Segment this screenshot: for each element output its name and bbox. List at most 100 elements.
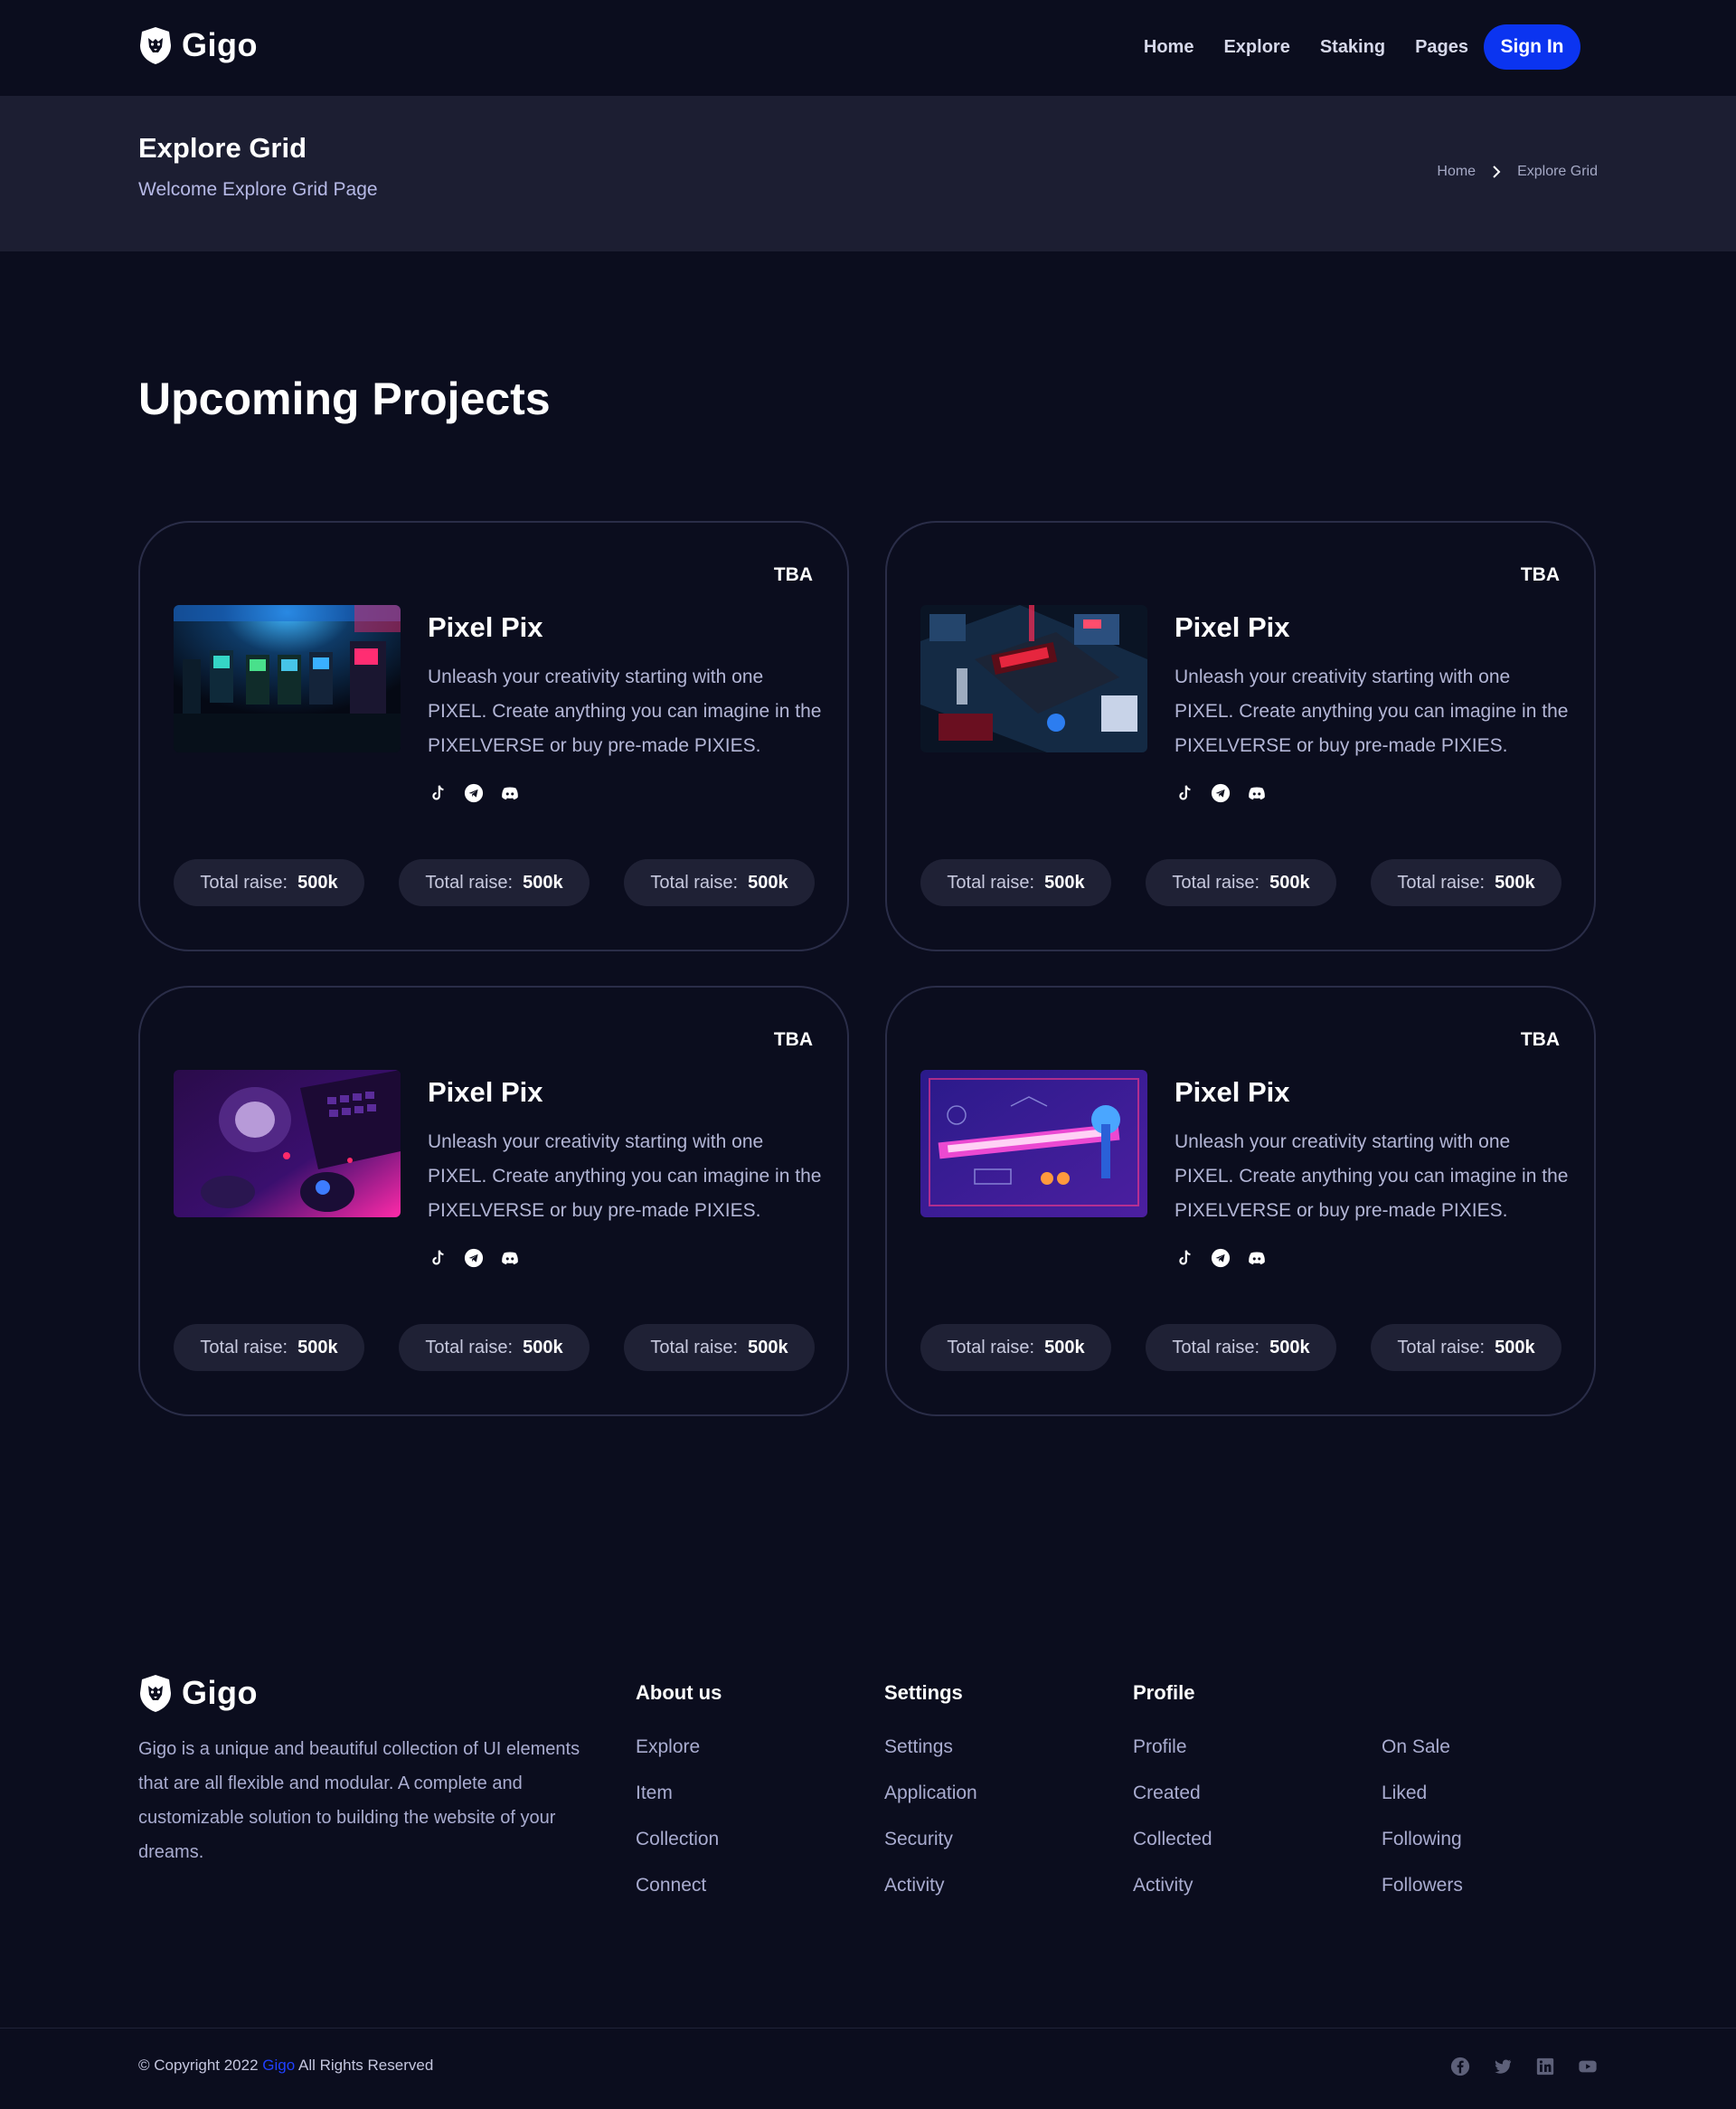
project-title[interactable]: Pixel Pix	[428, 1076, 543, 1109]
raise-label: Total raise:	[200, 1337, 288, 1357]
raise-pill: Total raise: 500k	[174, 859, 364, 906]
footer-link-security[interactable]: Security	[884, 1829, 977, 1875]
raise-stats: Total raise: 500k Total raise: 500k Total …	[174, 1324, 815, 1371]
facebook-icon[interactable]	[1450, 2057, 1470, 2076]
telegram-icon[interactable]	[464, 1248, 484, 1268]
tiktok-icon[interactable]	[428, 1248, 448, 1268]
neon-controller-image	[920, 1070, 1147, 1217]
footer-column-settings: Settings Settings Application Security A…	[884, 1681, 977, 1921]
footer-link-connect[interactable]: Connect	[636, 1875, 722, 1921]
raise-value: 500k	[748, 1337, 788, 1357]
project-description: Unleash your creativity starting with on…	[1175, 667, 1569, 756]
footer-about-text: Gigo is a unique and beautiful collectio…	[138, 1739, 580, 1862]
nav-pages[interactable]: Pages	[1415, 37, 1468, 58]
footer-link-liked[interactable]: Liked	[1382, 1783, 1463, 1829]
footer-link-following[interactable]: Following	[1382, 1829, 1463, 1875]
project-socials	[428, 1248, 520, 1268]
footer-link-collected[interactable]: Collected	[1133, 1829, 1212, 1875]
footer-link-application[interactable]: Application	[884, 1783, 977, 1829]
raise-label: Total raise:	[1172, 1337, 1260, 1357]
header-logo[interactable]: Gigo	[138, 25, 258, 65]
section-title: Upcoming Projects	[138, 374, 551, 424]
nav-staking[interactable]: Staking	[1320, 37, 1385, 58]
telegram-icon[interactable]	[1211, 783, 1231, 803]
telegram-icon[interactable]	[464, 783, 484, 803]
raise-pill: Total raise: 500k	[1146, 859, 1336, 906]
copyright-prefix: © Copyright 2022	[138, 2057, 259, 2074]
copyright-suffix: All Rights Reserved	[298, 2057, 434, 2074]
discord-icon[interactable]	[500, 1248, 520, 1268]
project-description: Unleash your creativity starting with on…	[428, 667, 822, 756]
raise-value: 500k	[297, 872, 338, 893]
discord-icon[interactable]	[1247, 1248, 1267, 1268]
raise-label: Total raise:	[1172, 872, 1260, 893]
footer-link-collection[interactable]: Collection	[636, 1829, 722, 1875]
footer-link-activity[interactable]: Activity	[884, 1875, 977, 1921]
footer-brand-name: Gigo	[182, 1674, 258, 1711]
status-badge: TBA	[1520, 1029, 1560, 1050]
youtube-icon[interactable]	[1578, 2057, 1598, 2076]
telegram-icon[interactable]	[1211, 1248, 1231, 1268]
raise-label: Total raise:	[947, 872, 1035, 893]
page-banner: Explore Grid Welcome Explore Grid Page H…	[0, 96, 1736, 251]
brand-name: Gigo	[182, 26, 258, 63]
footer-link-on-sale[interactable]: On Sale	[1382, 1736, 1463, 1783]
breadcrumb-home[interactable]: Home	[1437, 164, 1476, 180]
raise-stats: Total raise: 500k Total raise: 500k Total …	[920, 859, 1561, 906]
tiktok-icon[interactable]	[1175, 1248, 1194, 1268]
raise-value: 500k	[523, 1337, 563, 1357]
raise-label: Total raise:	[425, 872, 514, 893]
nav-explore[interactable]: Explore	[1223, 37, 1289, 58]
raise-label: Total raise:	[650, 1337, 739, 1357]
linkedin-icon[interactable]	[1535, 2057, 1555, 2076]
footer-link-profile-activity[interactable]: Activity	[1133, 1875, 1212, 1921]
raise-pill: Total raise: 500k	[920, 859, 1111, 906]
project-card[interactable]: TBA Pixel Pix Unleash your creativity st…	[885, 986, 1596, 1416]
project-image[interactable]	[920, 1070, 1147, 1217]
site-header: Gigo Home Explore Staking Pages Sign In	[0, 0, 1736, 96]
footer-column-title: About us	[636, 1681, 722, 1704]
twitter-icon[interactable]	[1493, 2057, 1513, 2076]
footer-link-followers[interactable]: Followers	[1382, 1875, 1463, 1921]
footer-link-item[interactable]: Item	[636, 1783, 722, 1829]
page-subtitle: Welcome Explore Grid Page	[138, 179, 378, 200]
raise-pill: Total raise: 500k	[1146, 1324, 1336, 1371]
main-nav: Home Explore Staking Pages Sign In	[1144, 24, 1580, 70]
raise-value: 500k	[297, 1337, 338, 1357]
footer-column-profile: Profile Profile Created Collected Activi…	[1133, 1681, 1212, 1921]
raise-value: 500k	[1269, 1337, 1310, 1357]
sign-in-button[interactable]: Sign In	[1484, 24, 1580, 70]
project-socials	[1175, 1248, 1267, 1268]
project-image[interactable]	[920, 605, 1147, 752]
footer-link-explore[interactable]: Explore	[636, 1736, 722, 1783]
tiktok-icon[interactable]	[1175, 783, 1194, 803]
raise-stats: Total raise: 500k Total raise: 500k Total …	[174, 859, 815, 906]
footer-column-title: Profile	[1133, 1681, 1195, 1704]
project-image[interactable]	[174, 1070, 401, 1217]
footer-socials	[1450, 2057, 1598, 2076]
status-badge: TBA	[773, 1029, 813, 1050]
footer-link-profile[interactable]: Profile	[1133, 1736, 1212, 1783]
project-image[interactable]	[174, 605, 401, 752]
raise-value: 500k	[523, 872, 563, 893]
tiktok-icon[interactable]	[428, 783, 448, 803]
raise-value: 500k	[1044, 1337, 1085, 1357]
raise-pill: Total raise: 500k	[1371, 859, 1561, 906]
discord-icon[interactable]	[1247, 783, 1267, 803]
project-title[interactable]: Pixel Pix	[1175, 1076, 1290, 1109]
project-card[interactable]: TBA Pixel Pix Unleash your creativity st…	[138, 521, 849, 951]
project-card[interactable]: TBA Pixel Pix Unleash your creativity st…	[885, 521, 1596, 951]
raise-value: 500k	[1044, 872, 1085, 893]
nav-home[interactable]: Home	[1144, 37, 1194, 58]
raise-value: 500k	[748, 872, 788, 893]
raise-label: Total raise:	[1397, 872, 1486, 893]
footer-logo[interactable]: Gigo	[138, 1673, 258, 1713]
project-description: Unleash your creativity starting with on…	[1175, 1131, 1569, 1221]
footer-link-created[interactable]: Created	[1133, 1783, 1212, 1829]
project-card[interactable]: TBA Pixel Pix Unleash your creativity st…	[138, 986, 849, 1416]
project-title[interactable]: Pixel Pix	[1175, 611, 1290, 644]
footer-link-settings[interactable]: Settings	[884, 1736, 977, 1783]
project-title[interactable]: Pixel Pix	[428, 611, 543, 644]
discord-icon[interactable]	[500, 783, 520, 803]
copyright-brand-link[interactable]: Gigo	[262, 2057, 295, 2074]
